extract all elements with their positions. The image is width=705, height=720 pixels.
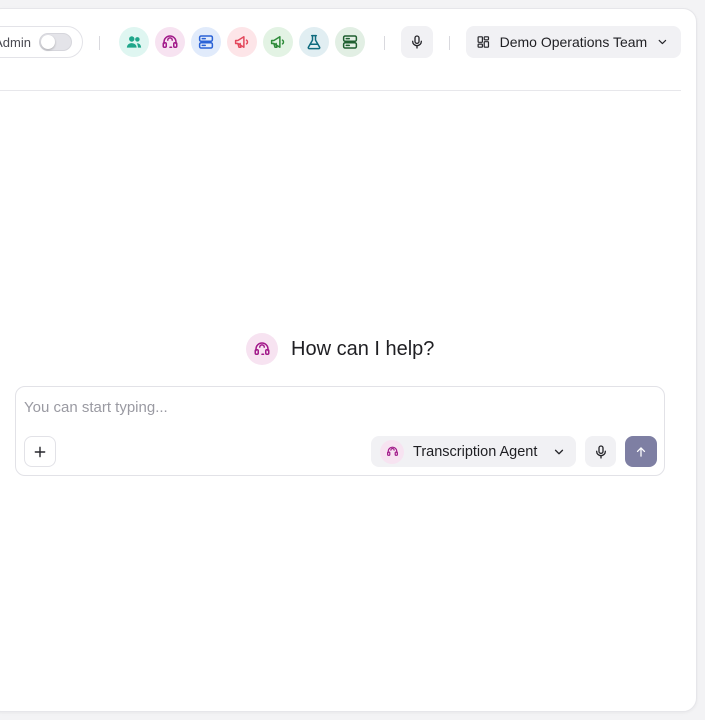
microphone-icon xyxy=(595,444,606,459)
users-icon xyxy=(126,36,142,48)
megaphone-icon xyxy=(270,36,285,48)
server-icon xyxy=(198,35,214,49)
toolbar-divider xyxy=(449,36,450,50)
admin-toggle-label: Admin xyxy=(0,34,31,50)
agent-lab-button[interactable] xyxy=(299,27,329,57)
agent-select[interactable]: Transcription Agent xyxy=(371,436,576,467)
dashboard-icon xyxy=(477,36,490,48)
agent-avatar xyxy=(246,333,278,365)
flask-icon xyxy=(307,34,321,50)
switch-knob xyxy=(41,35,55,49)
agent-users-button[interactable] xyxy=(119,27,149,57)
top-bar-divider xyxy=(0,90,681,91)
agent-infra-button[interactable] xyxy=(335,27,365,57)
add-attachment-button[interactable] xyxy=(24,436,56,467)
dictate-button[interactable] xyxy=(585,436,616,467)
microphone-icon xyxy=(412,35,422,49)
agent-select-label: Transcription Agent xyxy=(413,443,538,460)
arrow-up-icon xyxy=(636,446,646,457)
server-icon xyxy=(342,35,358,49)
agent-campaign-button[interactable] xyxy=(263,27,293,57)
agent-select-avatar xyxy=(380,439,404,464)
agent-support-button[interactable] xyxy=(155,27,185,57)
toolbar-divider xyxy=(99,36,100,50)
send-button[interactable] xyxy=(625,436,657,467)
agent-marketing-button[interactable] xyxy=(227,27,257,57)
admin-toggle[interactable]: Admin xyxy=(0,26,83,58)
top-bar: Admin xyxy=(0,9,696,91)
agent-server-button[interactable] xyxy=(191,27,221,57)
team-select[interactable]: Demo Operations Team xyxy=(466,26,681,58)
headset-icon xyxy=(386,446,398,456)
chevron-down-icon xyxy=(658,39,667,45)
greeting: How can I help? xyxy=(246,333,434,365)
main-panel: Admin xyxy=(0,8,697,712)
team-select-label: Demo Operations Team xyxy=(499,34,648,50)
message-composer: Transcription Agent xyxy=(15,386,665,476)
megaphone-icon xyxy=(234,36,249,48)
plus-icon xyxy=(34,446,46,457)
headset-icon xyxy=(162,35,178,48)
message-input[interactable] xyxy=(24,395,644,419)
voice-button[interactable] xyxy=(401,26,433,58)
admin-switch[interactable] xyxy=(39,33,72,51)
greeting-title: How can I help? xyxy=(291,337,435,360)
headset-icon xyxy=(254,342,270,355)
chevron-down-icon xyxy=(554,449,564,454)
toolbar-divider xyxy=(384,36,385,50)
